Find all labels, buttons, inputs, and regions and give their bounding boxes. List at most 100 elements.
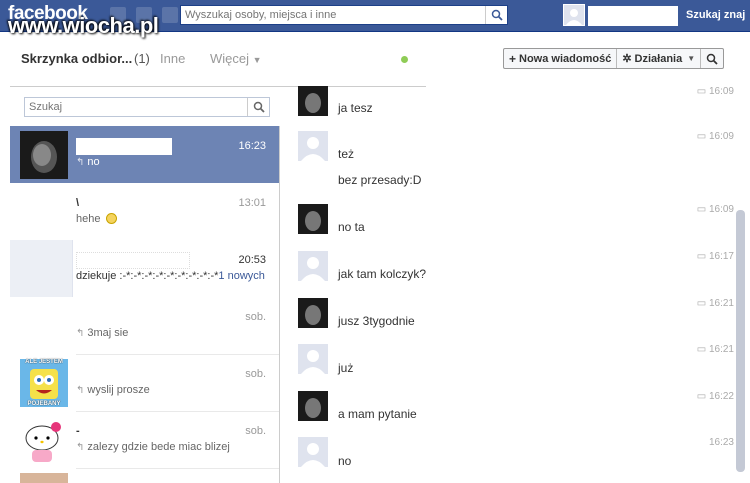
thread-name: \ [76,197,80,209]
thread-avatar [20,416,68,464]
thread-snippet: hehe [76,213,117,225]
inbox-header: Skrzynka odbior... (1) Inne Więcej ▼ [10,40,280,78]
inbox-search-button[interactable] [247,98,269,116]
message-time-text: 16:21 [708,344,734,355]
sender-avatar[interactable] [298,86,328,116]
online-status-dot [401,56,408,63]
reply-arrow-icon: ↰ [76,385,85,396]
hello-kitty-avatar-image [20,416,68,464]
message-text: no ta [338,220,365,234]
thread-snippet-text: zalezy gdzie bede miac blizej [87,441,230,453]
chevron-down-icon: ▼ [252,55,262,65]
thread-time: 13:01 [238,197,266,209]
sender-avatar[interactable] [298,204,328,234]
thread-avatar-partial [20,473,68,483]
message-text: bez przesady:D [338,173,422,187]
thread-item[interactable]: 16:23 ↰ no [10,126,279,183]
gear-icon: ✲ [622,53,632,65]
profile-avatar[interactable] [563,4,585,26]
thread-snippet: ↰ no [76,156,100,168]
left-divider [10,86,280,87]
message-text: też [338,147,355,161]
thread-avatar: ALE JESTEM POJEBANY [20,359,68,407]
thread-item[interactable]: ALE JESTEM POJEBANY sob. ↰ wyslij prosze [10,354,279,411]
sender-avatar[interactable] [298,251,328,281]
new-message-label: Nowa wiadomość [519,52,612,65]
message-text: a mam pytanie [338,407,417,421]
inbox-search-input[interactable] [25,98,245,116]
message-time: ▭ 16:09 [697,204,734,215]
profile-name-redacted[interactable] [588,6,678,26]
message-text: jusz 3tygodnie [338,314,415,328]
chevron-down-icon: ▼ [687,54,696,63]
search-icon [491,9,503,21]
reply-arrow-icon: ↰ [76,157,85,168]
message-time-text: 16:09 [708,86,734,97]
message-time: ▭ 16:09 [697,131,734,142]
thread-item[interactable]: - sob. ↰ zalezy gdzie bede miac blizej [10,411,279,468]
smiley-emoticon-icon [105,213,117,224]
sender-avatar[interactable] [298,298,328,328]
plus-icon: + [509,51,517,66]
thread-time: 20:53 [238,254,266,266]
thread-name-redacted [76,138,172,155]
message-text: ja tesz [338,101,373,115]
sender-avatar[interactable] [298,131,328,161]
actions-label: Działania [634,52,683,65]
message-time: ▭ 16:17 [697,251,734,262]
sender-avatar[interactable] [298,344,328,374]
tab-more[interactable]: Więcej ▼ [210,51,262,66]
thread-time: sob. [245,425,266,437]
search-icon [253,101,265,113]
thread-snippet-text: no [87,156,100,168]
message-time: ▭ 16:21 [697,344,734,355]
thread-list: 16:23 ↰ no \ 13:01 hehe 20:53 dziekuje :-… [10,126,280,483]
thread-snippet: ↰ 3maj sie [76,327,128,339]
message-scrollbar[interactable] [736,210,745,472]
thread-time: 16:23 [238,140,266,152]
top-search-button[interactable] [485,6,507,24]
message-list: ▭ 16:09 ja tesz ▭ 16:09 też bez przesady… [280,78,750,483]
thread-item[interactable]: sob. ↰ 3maj sie [10,297,279,354]
thread-time: sob. [245,368,266,380]
sender-avatar[interactable] [298,391,328,421]
message-time-text: 16:09 [708,131,734,142]
thread-snippet: dziekuje :-*:-*:-*:-*:-*:-*:-*:-*:-*1 no… [76,270,265,282]
actions-dropdown[interactable]: ✲ Działania ▼ [617,49,702,68]
chat-bubble-icon: ▭ [696,86,707,97]
new-count-badge: 1 nowych [218,270,265,282]
message-time: ▭ 16:21 [697,298,734,309]
message-time-text: 16:17 [708,251,734,262]
inbox-title[interactable]: Skrzynka odbior... [21,51,132,66]
new-message-button[interactable]: + Nowa wiadomość [504,49,618,68]
meme-avatar-image [20,359,68,407]
tab-other[interactable]: Inne [160,51,185,66]
message-time: ▭ 16:22 [697,391,734,402]
thread-name-redacted [76,252,190,269]
chat-bubble-icon: ▭ [696,344,707,355]
thread-avatar [20,131,68,179]
message-time-text: 16:22 [708,391,734,402]
message-time-text: 16:09 [708,204,734,215]
thread-snippet-text: 3maj sie [87,327,129,339]
thread-item[interactable]: 20:53 dziekuje :-*:-*:-*:-*:-*:-*:-*:-*:… [10,240,279,297]
message-time: ▭ 16:09 [697,86,734,97]
chat-bubble-icon: ▭ [696,391,707,402]
thread-divider [76,468,279,469]
inbox-unread-count: (1) [134,51,150,66]
search-icon [706,53,718,65]
message-text: no [338,454,352,468]
find-friends-link[interactable]: Szukaj znaj [686,9,745,21]
meme-caption-top: ALE JESTEM [25,359,63,365]
top-search-input[interactable] [181,6,481,24]
meme-caption-bottom: POJEBANY [27,401,61,407]
reply-arrow-icon: ↰ [76,328,85,339]
notifications-icon[interactable] [162,7,178,23]
thread-snippet-text: wyslij prosze [87,384,150,396]
message-time-text: 16:21 [708,298,734,309]
conversation-search-button[interactable] [701,49,723,68]
thread-item[interactable]: \ 13:01 hehe [10,183,279,240]
chat-bubble-icon: ▭ [696,298,707,309]
sender-avatar[interactable] [298,437,328,467]
message-text: jak tam kolczyk? [338,267,427,281]
